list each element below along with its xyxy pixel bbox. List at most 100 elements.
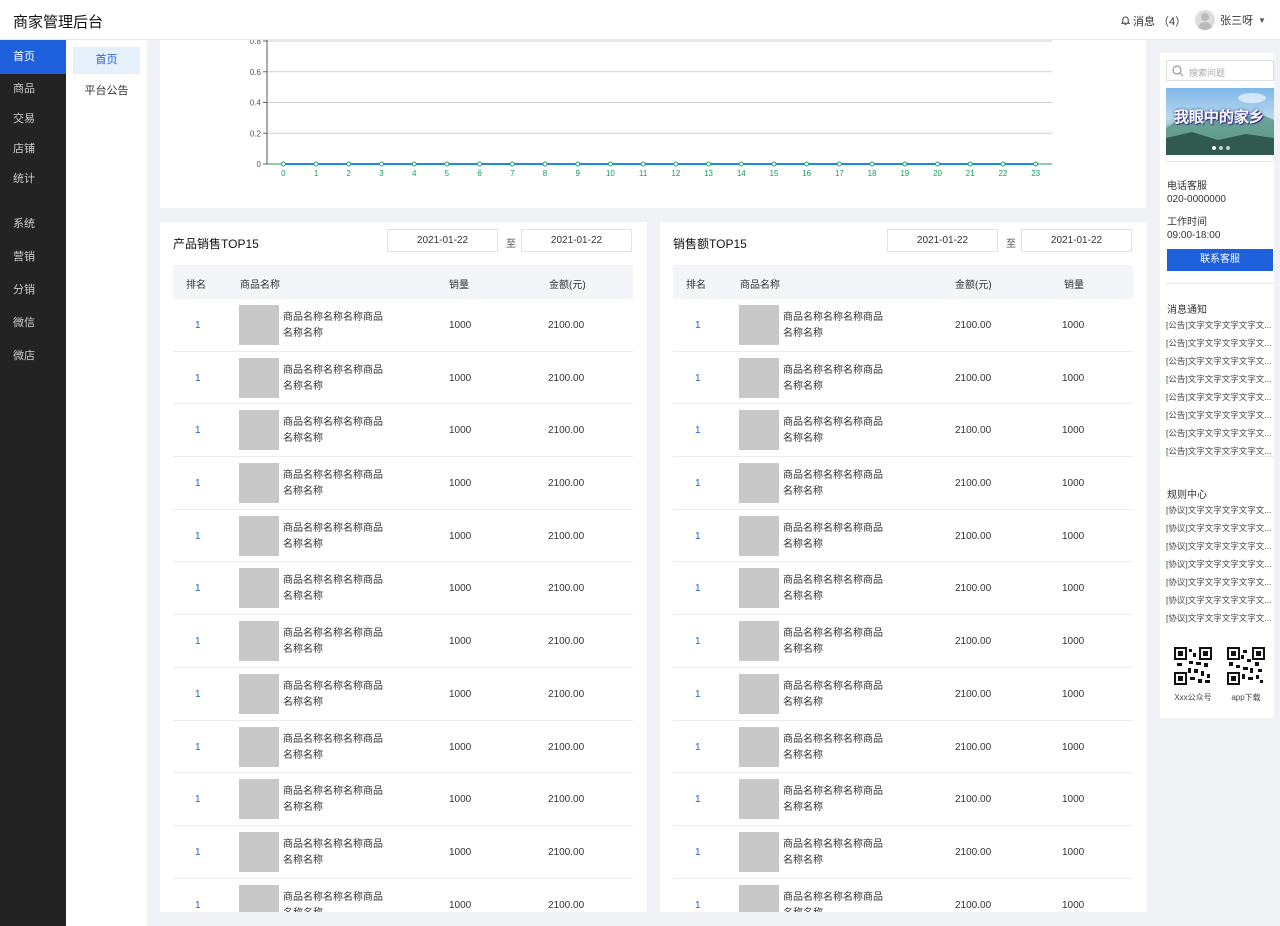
phone-label: 电话客服 [1167,181,1207,192]
notice-link[interactable]: [公告]文字文字文字文字文... [1166,355,1274,367]
table-row[interactable]: 1 商品名称名称名称商品名称名称 1000 2100.00 [173,615,633,668]
product-name[interactable]: 商品名称名称名称商品名称名称 [783,784,891,816]
subnav-item-announcements[interactable]: 平台公告 [73,78,140,105]
banner-image[interactable]: 我眼中的家乡 [1166,88,1274,155]
table-row[interactable]: 1 商品名称名称名称商品名称名称 2100.00 1000 [673,457,1133,510]
rank-value: 1 [695,320,701,331]
rule-link[interactable]: [协议]文字文字文字文字文... [1166,558,1274,570]
product-thumbnail [239,357,279,398]
product-name[interactable]: 商品名称名称名称商品名称名称 [283,521,391,553]
date-to-input[interactable]: 2021-01-22 [1021,229,1132,252]
product-name[interactable]: 商品名称名称名称商品名称名称 [283,468,391,500]
rule-link[interactable]: [协议]文字文字文字文字文... [1166,576,1274,588]
table-row[interactable]: 1 商品名称名称名称商品名称名称 2100.00 1000 [673,562,1133,616]
table-row[interactable]: 1 商品名称名称名称商品名称名称 1000 2100.00 [173,668,633,721]
product-name[interactable]: 商品名称名称名称商品名称名称 [783,573,891,605]
notice-link[interactable]: [公告]文字文字文字文字文... [1166,391,1274,403]
sidebar-item-system[interactable]: 系统 [0,208,66,241]
x-tick-label: 4 [412,169,417,178]
subnav-item-home[interactable]: 首页 [73,47,140,74]
product-name[interactable]: 商品名称名称名称商品名称名称 [283,837,391,869]
product-name[interactable]: 商品名称名称名称商品名称名称 [783,732,891,764]
rank-value: 1 [195,636,201,648]
table-row[interactable]: 1 商品名称名称名称商品名称名称 2100.00 1000 [673,352,1133,405]
table-row[interactable]: 1 商品名称名称名称商品名称名称 1000 2100.00 [173,773,633,826]
table-row[interactable]: 1 商品名称名称名称商品名称名称 1000 2100.00 [173,352,633,405]
sidebar-item-microstore[interactable]: 微店 [0,340,66,373]
contact-service-button[interactable]: 联系客服 [1167,249,1273,271]
product-name[interactable]: 商品名称名称名称商品名称名称 [283,415,391,447]
product-name[interactable]: 商品名称名称名称商品名称名称 [783,521,891,553]
sidebar-item-trade[interactable]: 交易 [0,104,66,134]
table-row[interactable]: 1 商品名称名称名称商品名称名称 2100.00 1000 [673,299,1133,352]
table-row[interactable]: 1 商品名称名称名称商品名称名称 2100.00 1000 [673,510,1133,563]
notice-link[interactable]: [公告]文字文字文字文字文... [1166,337,1274,349]
sidebar-item-home[interactable]: 首页 [0,40,66,74]
product-name[interactable]: 商品名称名称名称商品名称名称 [283,363,391,395]
rule-link[interactable]: [协议]文字文字文字文字文... [1166,504,1274,516]
sidebar-item-marketing[interactable]: 营销 [0,241,66,274]
product-name[interactable]: 商品名称名称名称商品名称名称 [283,310,391,342]
rule-link[interactable]: [协议]文字文字文字文字文... [1166,522,1274,534]
user-menu[interactable]: 张三呀 ▼ [1195,10,1266,30]
rank-value: 1 [195,425,201,437]
table-row[interactable]: 1 商品名称名称名称商品名称名称 1000 2100.00 [173,510,633,563]
x-tick-label: 22 [998,169,1007,178]
rule-link[interactable]: [协议]文字文字文字文字文... [1166,594,1274,606]
table-row[interactable]: 1 商品名称名称名称商品名称名称 2100.00 1000 [673,773,1133,826]
table-row[interactable]: 1 商品名称名称名称商品名称名称 2100.00 1000 [673,404,1133,458]
product-thumbnail [239,884,279,912]
sales-top15-panel: 产品销售TOP15 2021-01-22 至 2021-01-22 排名 商品名称 销量 金额… [160,222,647,912]
product-name[interactable]: 商品名称名称名称商品名称名称 [283,784,391,816]
product-name[interactable]: 商品名称名称名称商品名称名称 [783,468,891,500]
search-box[interactable]: 搜索问题 [1166,60,1274,81]
table-row[interactable]: 1 商品名称名称名称商品名称名称 1000 2100.00 [173,562,633,616]
product-name[interactable]: 商品名称名称名称商品名称名称 [783,679,891,711]
product-name[interactable]: 商品名称名称名称商品名称名称 [783,626,891,658]
notice-link[interactable]: [公告]文字文字文字文字文... [1166,409,1274,421]
product-name[interactable]: 商品名称名称名称商品名称名称 [783,837,891,869]
sidebar-item-stats[interactable]: 统计 [0,164,66,194]
product-name[interactable]: 商品名称名称名称商品名称名称 [783,890,891,912]
table-row[interactable]: 1 商品名称名称名称商品名称名称 1000 2100.00 [173,404,633,458]
hours-value: 09:00-18:00 [1167,230,1221,241]
table-row[interactable]: 1 商品名称名称名称商品名称名称 2100.00 1000 [673,668,1133,721]
product-name[interactable]: 商品名称名称名称商品名称名称 [283,732,391,764]
product-name[interactable]: 商品名称名称名称商品名称名称 [283,679,391,711]
table-row[interactable]: 1 商品名称名称名称商品名称名称 2100.00 1000 [673,721,1133,774]
table-row[interactable]: 1 商品名称名称名称商品名称名称 1000 2100.00 [173,879,633,912]
sidebar-item-products[interactable]: 商品 [0,74,66,104]
data-point [411,161,417,167]
product-thumbnail [739,673,779,714]
product-name[interactable]: 商品名称名称名称商品名称名称 [783,415,891,447]
product-name[interactable]: 商品名称名称名称商品名称名称 [283,626,391,658]
product-name[interactable]: 商品名称名称名称商品名称名称 [283,890,391,912]
table-row[interactable]: 1 商品名称名称名称商品名称名称 1000 2100.00 [173,826,633,879]
sidebar-item-wechat[interactable]: 微信 [0,307,66,340]
carousel-dots[interactable] [1212,146,1230,150]
table-row[interactable]: 1 商品名称名称名称商品名称名称 2100.00 1000 [673,826,1133,879]
table-row[interactable]: 1 商品名称名称名称商品名称名称 1000 2100.00 [173,721,633,774]
table-row[interactable]: 1 商品名称名称名称商品名称名称 1000 2100.00 [173,457,633,510]
notice-link[interactable]: [公告]文字文字文字文字文... [1166,427,1274,439]
notice-link[interactable]: [公告]文字文字文字文字文... [1166,319,1274,331]
messages-link[interactable]: 消息 （4） [1121,13,1186,29]
notice-link[interactable]: [公告]文字文字文字文字文... [1166,373,1274,385]
date-from-input[interactable]: 2021-01-22 [887,229,998,252]
product-name[interactable]: 商品名称名称名称商品名称名称 [283,573,391,605]
date-from-input[interactable]: 2021-01-22 [387,229,498,252]
product-name[interactable]: 商品名称名称名称商品名称名称 [783,310,891,342]
rank-value: 1 [695,636,701,648]
date-to-input[interactable]: 2021-01-22 [521,229,632,252]
table-row[interactable]: 1 商品名称名称名称商品名称名称 1000 2100.00 [173,299,633,352]
search-input[interactable]: 搜索问题 [1189,66,1225,79]
table-row[interactable]: 1 商品名称名称名称商品名称名称 2100.00 1000 [673,879,1133,912]
product-name[interactable]: 商品名称名称名称商品名称名称 [783,363,891,395]
sidebar-item-store[interactable]: 店铺 [0,134,66,164]
table-row[interactable]: 1 商品名称名称名称商品名称名称 2100.00 1000 [673,615,1133,668]
sidebar-item-distribution[interactable]: 分销 [0,274,66,307]
rule-link[interactable]: [协议]文字文字文字文字文... [1166,540,1274,552]
product-thumbnail [239,463,279,504]
revenue-top15-panel: 销售额TOP15 2021-01-22 至 2021-01-22 排名 商品名称 金额(元)… [660,222,1147,912]
rule-link[interactable]: [协议]文字文字文字文字文... [1166,612,1274,624]
